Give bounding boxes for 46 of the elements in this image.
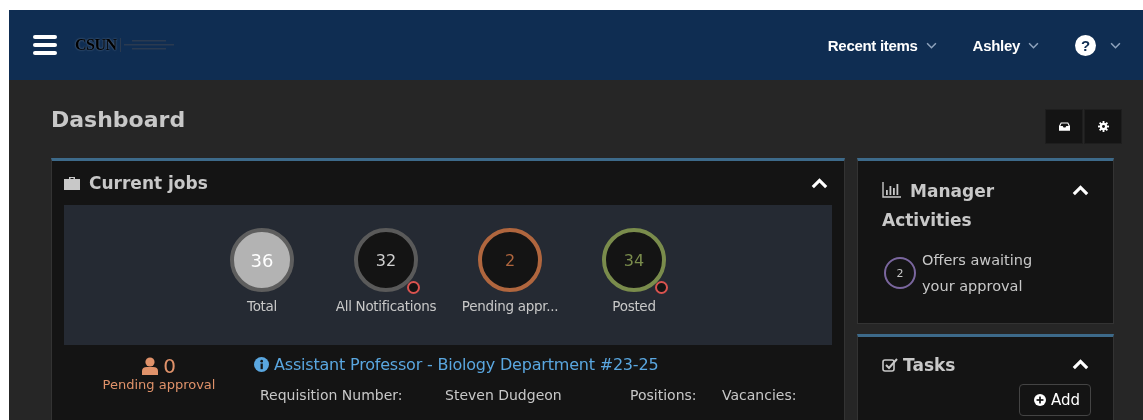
menu-icon[interactable] [33, 35, 57, 55]
job-field: Requisition Number: [260, 387, 445, 403]
settings-icon [1097, 120, 1109, 132]
inbox-icon [1058, 121, 1070, 131]
stat-circle[interactable]: 2 [478, 228, 542, 292]
stat-label: All Notifications [335, 298, 437, 314]
bar-chart-icon [882, 182, 902, 198]
page-title: Dashboard [51, 106, 186, 132]
job-field: Positions: [630, 387, 722, 403]
help-menu[interactable]: ? [1075, 34, 1121, 56]
stat-item[interactable]: 2 Pending appr... [448, 228, 572, 314]
job-field: Vacancies: [722, 387, 797, 403]
status-label: Pending approval [102, 377, 216, 392]
job-field: Steven Dudgeon [445, 387, 630, 403]
job-title-link[interactable]: Assistant Professor - Biology Department #23-25 [274, 355, 659, 374]
stat-circle[interactable]: 32 [354, 228, 418, 292]
stat-item[interactable]: 32 All Notifications [324, 228, 448, 314]
logo-subtitle-drawing [119, 38, 176, 52]
collapse-icon[interactable] [1072, 185, 1089, 196]
inbox-button[interactable] [1045, 108, 1083, 144]
nav-menu[interactable]: Ashley [972, 36, 1039, 54]
add-button[interactable]: Add [1018, 384, 1091, 416]
caret-icon [925, 41, 937, 49]
collapse-icon[interactable] [1072, 359, 1089, 370]
panel-title: Tasks [903, 354, 956, 377]
pending-count: 0 [163, 355, 176, 377]
collapse-icon[interactable] [811, 177, 828, 189]
activity-link[interactable]: Offers awaiting your approval [922, 247, 1052, 299]
stat-label: Posted [612, 298, 656, 314]
caret-icon [1110, 41, 1121, 49]
checkbox-icon [882, 357, 898, 373]
panel-title: Current jobs [89, 173, 208, 193]
plus-icon [1033, 394, 1046, 406]
stat-label: Total [247, 298, 277, 314]
person-icon [142, 357, 159, 375]
stat-label: Pending appr... [461, 298, 559, 314]
activity-count: 2 [884, 257, 916, 289]
briefcase-icon [64, 176, 80, 190]
settings-button[interactable] [1084, 108, 1122, 144]
info-icon [254, 357, 269, 372]
caret-icon [1028, 41, 1039, 49]
panel-title: Manager Activities [882, 180, 996, 232]
nav-menu[interactable]: Recent items [827, 36, 937, 54]
stat-item[interactable]: 34 Posted [572, 228, 696, 314]
stat-circle[interactable]: 34 [602, 228, 666, 292]
stat-item[interactable]: 36 Total [200, 228, 324, 314]
